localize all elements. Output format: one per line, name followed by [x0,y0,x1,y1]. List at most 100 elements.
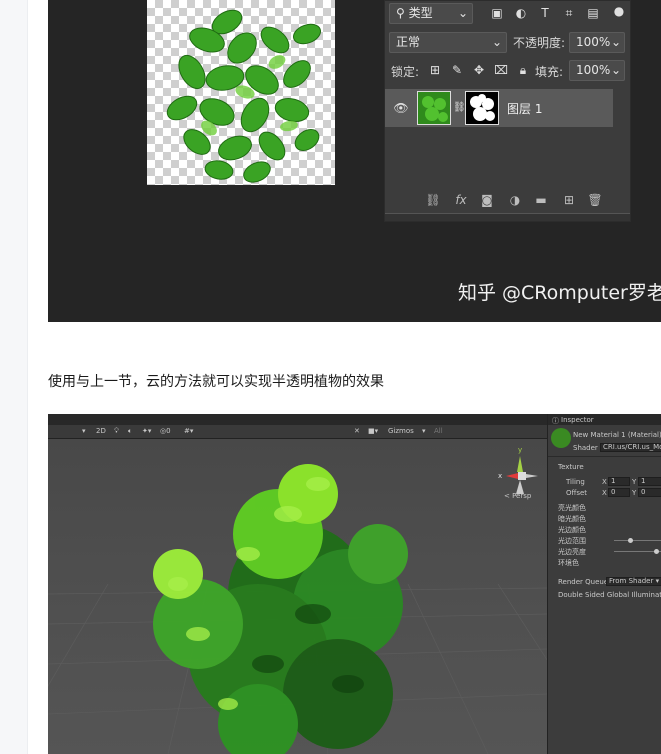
zhihu-watermark: 知乎 @CRomputer罗老 [458,282,661,304]
lock-paint-icon[interactable]: ✎ [449,62,465,78]
svg-text:x: x [498,472,502,480]
scene-tab-bar [48,414,547,425]
material-preview-icon [551,428,571,448]
lock-transparent-icon[interactable]: ⊞ [427,62,443,78]
opacity-value: 100% [576,35,611,49]
offset-y-field[interactable]: 0 [638,488,661,497]
2d-toggle[interactable]: 2D [96,427,106,435]
lock-position-icon[interactable]: ✥ [471,62,487,78]
scene-gizmo[interactable]: y x [498,444,544,524]
chevron-down-icon: ⌄ [610,35,621,49]
article-paragraph: 使用与上一节，云的方法就可以实现半透明植物的效果 [48,374,384,390]
link-layers-icon[interactable]: ⛓︎ [425,193,441,207]
render-queue-label: Render Queue [558,578,609,586]
search-field[interactable]: All [434,427,443,435]
smart-object-filter-icon[interactable]: ▤ [585,5,601,21]
material-name: New Material 1 (Material) [573,431,661,439]
plant-model [153,464,408,754]
panel-resize-bar[interactable] [385,213,630,221]
shader-dropdown[interactable]: CRI.us/CRI.us_Mo [600,443,661,452]
audio-toggle-icon[interactable]: 🔈︎ [128,427,132,436]
hidden-objects-icon[interactable]: ◎0 [160,427,171,435]
gizmos-dropdown[interactable]: Gizmos [388,427,414,435]
lighting-toggle-icon[interactable]: 💡︎ [114,427,119,436]
render-queue-value: From Shader [609,577,654,585]
shape-filter-icon[interactable]: ⌗ [561,5,577,21]
layer-row[interactable]: 👁︎ ⛓︎ 图层 1 [385,89,613,127]
tools-icon[interactable]: ✕ [354,427,360,435]
offset-label: Offset [566,489,588,497]
transparent-canvas [147,0,335,185]
inspector-tab-bar: ⓘ Inspector [548,414,661,425]
lock-label: 锁定: [391,65,420,79]
svg-text:y: y [518,446,522,454]
perspective-label[interactable]: < Persp [504,492,531,500]
property-label: 环境色 [558,559,579,567]
property-label: 亮光颜色 [558,504,586,512]
offset-y-label: Y [632,489,637,497]
blend-mode-select[interactable]: 正常 ⌄ [389,32,507,53]
trash-icon[interactable]: 🗑︎ [587,193,603,207]
inspector-tab[interactable]: Inspector [561,416,594,424]
property-label: 光边亮度 [558,548,586,556]
property-label: 暗光颜色 [558,515,586,523]
offset-x-label: X [602,489,607,497]
image-filter-icon[interactable]: ▣ [489,5,505,21]
inspector-panel: ⓘ Inspector New Material 1 (Material) Sh… [547,414,661,754]
adjustment-filter-icon[interactable]: ◐ [513,5,529,21]
link-icon[interactable]: ⛓︎ [453,100,466,116]
scene-view[interactable]: ▾ 2D 💡︎ 🔈︎ ✦▾ ◎0 #▾ ✕ ■▾ Gizmos ▾ All y … [48,414,547,754]
eye-icon[interactable]: 👁︎ [393,100,409,116]
tiling-x-label: X [602,478,607,486]
layer-thumbnail [417,91,451,125]
fill-field[interactable]: 100% ⌄ [569,60,625,81]
search-icon: ⚲ [396,6,405,20]
chevron-down-icon: ⌄ [491,35,502,49]
chevron-down-icon: ⌄ [610,63,621,77]
chevron-down-icon[interactable]: ▾ [422,427,426,435]
shader-label: Shader [573,444,598,452]
tiling-label: Tiling [566,478,585,486]
layer-filter-select[interactable]: ⚲ 类型 ⌄ [389,3,473,24]
filter-toggle-icon[interactable]: ● [611,3,627,19]
fx-icon[interactable]: fx [453,193,469,207]
unity-screenshot: ▾ 2D 💡︎ 🔈︎ ✦▾ ◎0 #▾ ✕ ■▾ Gizmos ▾ All y … [48,414,661,754]
fill-value: 100% [576,63,611,77]
layer-mask-thumbnail[interactable] [465,91,499,125]
chevron-down-icon[interactable]: ▾ [82,427,86,435]
photoshop-screenshot: ⚲ 类型 ⌄ ▣ ◐ T ⌗ ▤ ● 正常 ⌄ 不透明度: 100% ⌄ 锁定:… [48,0,661,322]
opacity-label: 不透明度: [513,36,566,50]
double-sided-gi-label: Double Sided Global Illumination [558,591,661,599]
new-layer-icon[interactable]: ⊞ [561,193,577,207]
render-queue-dropdown[interactable]: From Shader ▾ [606,577,661,586]
filter-label: 类型 [408,6,433,20]
tiling-x-field[interactable]: 1 [608,477,630,486]
layers-panel: ⚲ 类型 ⌄ ▣ ◐ T ⌗ ▤ ● 正常 ⌄ 不透明度: 100% ⌄ 锁定:… [384,0,631,222]
slider-handle[interactable] [654,549,659,554]
rim-range-slider[interactable] [614,540,661,541]
offset-x-field[interactable]: 0 [608,488,630,497]
opacity-field[interactable]: 100% ⌄ [569,32,625,53]
scene-toolbar: ▾ 2D 💡︎ 🔈︎ ✦▾ ◎0 #▾ ✕ ■▾ Gizmos ▾ All [48,425,547,439]
lock-all-icon[interactable]: 🔒︎ [515,62,531,78]
fill-label: 填充: [535,65,564,79]
lock-artboard-icon[interactable]: ⌧ [493,62,509,78]
leaf-texture [166,9,322,183]
folder-icon[interactable]: ▬ [533,193,549,207]
left-sidebar-strip [0,0,28,754]
tiling-y-field[interactable]: 1 [638,477,661,486]
slider-handle[interactable] [628,538,633,543]
add-mask-icon[interactable]: ◙ [479,193,495,207]
property-label: 光边范围 [558,537,586,545]
blend-mode-value: 正常 [396,35,421,49]
info-icon: ⓘ [552,417,559,425]
grid-toggle-icon[interactable]: #▾ [184,427,193,435]
camera-icon[interactable]: ■▾ [368,427,378,435]
property-label: 光边颜色 [558,526,586,534]
layer-name: 图层 1 [507,102,543,116]
divider [548,456,661,457]
adjustment-layer-icon[interactable]: ◑ [507,193,523,207]
type-filter-icon[interactable]: T [537,5,553,21]
effects-toggle-icon[interactable]: ✦▾ [142,427,151,435]
texture-label: Texture [558,463,584,471]
